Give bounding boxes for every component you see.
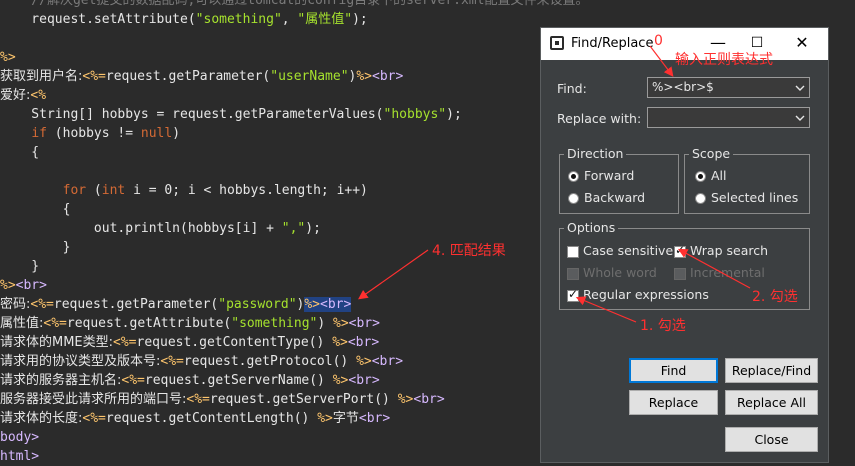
arrow-to-find-input bbox=[649, 45, 674, 77]
annotation-arrows bbox=[358, 45, 751, 323]
annotation-check-1: 1. 勾选 bbox=[640, 318, 686, 334]
annotation-input-regex: 输入正则表达式 bbox=[675, 52, 773, 68]
annotation-check-2: 2. 勾选 bbox=[752, 289, 798, 305]
annotation-zero: 0 bbox=[654, 33, 663, 49]
arrow-to-regex bbox=[575, 296, 637, 323]
arrow-to-match-result bbox=[358, 249, 429, 300]
arrow-to-wrap-search bbox=[677, 248, 751, 289]
annotation-match-result: 4. 匹配结果 bbox=[432, 243, 506, 259]
